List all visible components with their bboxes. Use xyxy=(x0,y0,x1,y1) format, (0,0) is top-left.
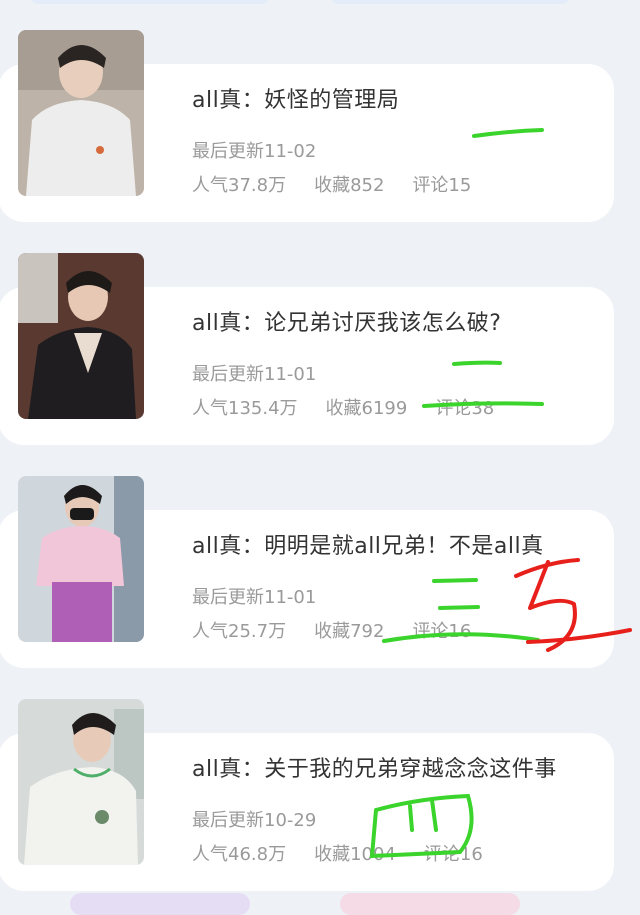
novel-cover-image[interactable] xyxy=(18,476,144,642)
popularity-count: 人气135.4万 xyxy=(192,398,298,419)
favorites-count: 收藏6199 xyxy=(325,398,408,419)
comments-count: 评论16 xyxy=(423,844,483,865)
partial-tag-right[interactable] xyxy=(340,893,520,915)
novel-stats: 人气46.8万 收藏1004 评论16 xyxy=(192,840,483,866)
favorites-count: 收藏852 xyxy=(314,175,385,196)
comments-count: 评论38 xyxy=(435,398,495,419)
novel-cover-image[interactable] xyxy=(18,699,144,865)
novel-updated: 最后更新11-02 xyxy=(192,141,317,162)
popularity-count: 人气46.8万 xyxy=(192,844,287,865)
novel-updated: 最后更新11-01 xyxy=(192,587,317,608)
partial-tab-right[interactable] xyxy=(330,0,570,4)
popularity-count: 人气25.7万 xyxy=(192,621,287,642)
partial-tag-left[interactable] xyxy=(70,893,250,915)
novel-updated: 最后更新10-29 xyxy=(192,810,317,831)
novel-updated: 最后更新11-01 xyxy=(192,364,317,385)
novel-cover-image[interactable] xyxy=(18,253,144,419)
favorites-count: 收藏792 xyxy=(314,621,385,642)
novel-title[interactable]: all真：明明是就all兄弟！不是all真 xyxy=(192,528,544,560)
novel-title[interactable]: all真：关于我的兄弟穿越念念这件事 xyxy=(192,751,557,783)
comments-count: 评论16 xyxy=(412,621,472,642)
novel-title[interactable]: all真：妖怪的管理局 xyxy=(192,82,399,114)
novel-stats: 人气25.7万 收藏792 评论16 xyxy=(192,617,471,643)
comments-count: 评论15 xyxy=(412,175,472,196)
novel-stats: 人气135.4万 收藏6199 评论38 xyxy=(192,394,494,420)
top-partial-tabs xyxy=(0,0,640,14)
favorites-count: 收藏1004 xyxy=(314,844,396,865)
novel-stats: 人气37.8万 收藏852 评论15 xyxy=(192,171,471,197)
partial-tab-left[interactable] xyxy=(30,0,270,4)
popularity-count: 人气37.8万 xyxy=(192,175,287,196)
novel-cover-image[interactable] xyxy=(18,30,144,196)
novel-title[interactable]: all真：论兄弟讨厌我该怎么破? xyxy=(192,305,501,337)
